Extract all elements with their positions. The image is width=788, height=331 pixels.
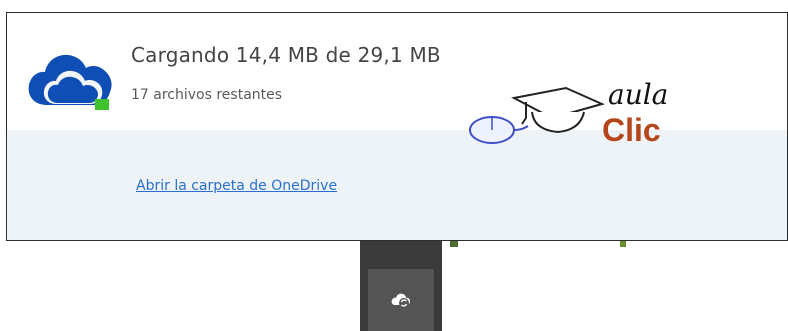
aulaclic-logo: aula Clic	[462, 78, 692, 160]
logo-clic-text: Clic	[602, 112, 661, 148]
taskbar-strip-accent-3	[620, 241, 626, 247]
taskbar-strip-accent-2	[450, 241, 458, 247]
open-onedrive-folder-link[interactable]: Abrir la carpeta de OneDrive	[136, 178, 337, 194]
taskbar	[360, 241, 442, 331]
sync-status-indicator	[95, 99, 109, 110]
mouse-graduation-cap-icon	[469, 86, 605, 144]
logo-aula-text: aula	[608, 78, 669, 111]
upload-progress-text: Cargando 14,4 MB de 29,1 MB	[131, 43, 441, 67]
onedrive-sync-icon	[391, 293, 410, 308]
files-remaining-text: 17 archivos restantes	[131, 87, 283, 103]
onedrive-tray-button[interactable]	[368, 269, 434, 331]
